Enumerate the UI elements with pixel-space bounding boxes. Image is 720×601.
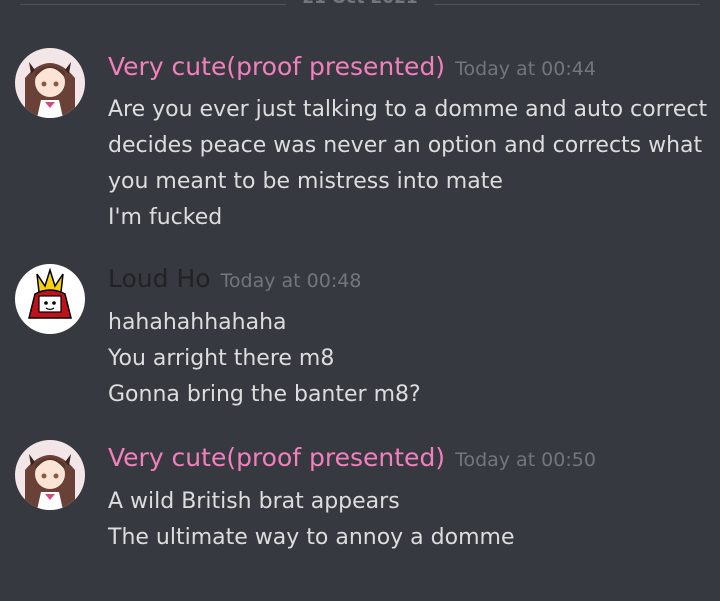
message-line: I'm fucked [108,205,223,230]
date-divider-label: 21 Oct 2021 [292,0,428,8]
message-header: Very cute(proof presented) Today at 00:50 [108,443,596,472]
date-divider: 21 Oct 2021 [0,0,720,14]
message-content: hahahahhahaha You arright there m8 Gonna… [108,305,708,413]
message-line: You arright there m8 [108,346,335,371]
timestamp: Today at 00:48 [220,270,362,292]
message-line: decides peace was never an option and co… [108,133,703,158]
message-content: A wild British brat appears The ultimate… [108,484,708,556]
message-line: Gonna bring the banter m8? [108,382,421,407]
message-content: Are you ever just talking to a domme and… [108,92,708,236]
message-header: Loud Ho Today at 00:48 [108,264,361,293]
username[interactable]: Very cute(proof presented) [108,52,445,81]
anime-girl-avatar-icon[interactable] [15,440,85,510]
divider-line-right [434,4,700,5]
divider-line-left [20,4,286,5]
message-line: A wild British brat appears [108,489,400,514]
message-line: The ultimate way to annoy a domme [108,525,515,550]
message-header: Very cute(proof presented) Today at 00:44 [108,52,596,81]
message-line: hahahahhahaha [108,310,287,335]
timestamp: Today at 00:44 [455,58,596,80]
username[interactable]: Very cute(proof presented) [108,443,445,472]
message-line: you meant to be mistress into mate [108,169,503,194]
message-line: Are you ever just talking to a domme and… [108,97,708,122]
crowned-mascot-avatar-icon[interactable] [15,264,85,334]
username[interactable]: Loud Ho [108,264,211,293]
timestamp: Today at 00:50 [455,449,596,471]
anime-girl-avatar-icon[interactable] [15,48,85,118]
